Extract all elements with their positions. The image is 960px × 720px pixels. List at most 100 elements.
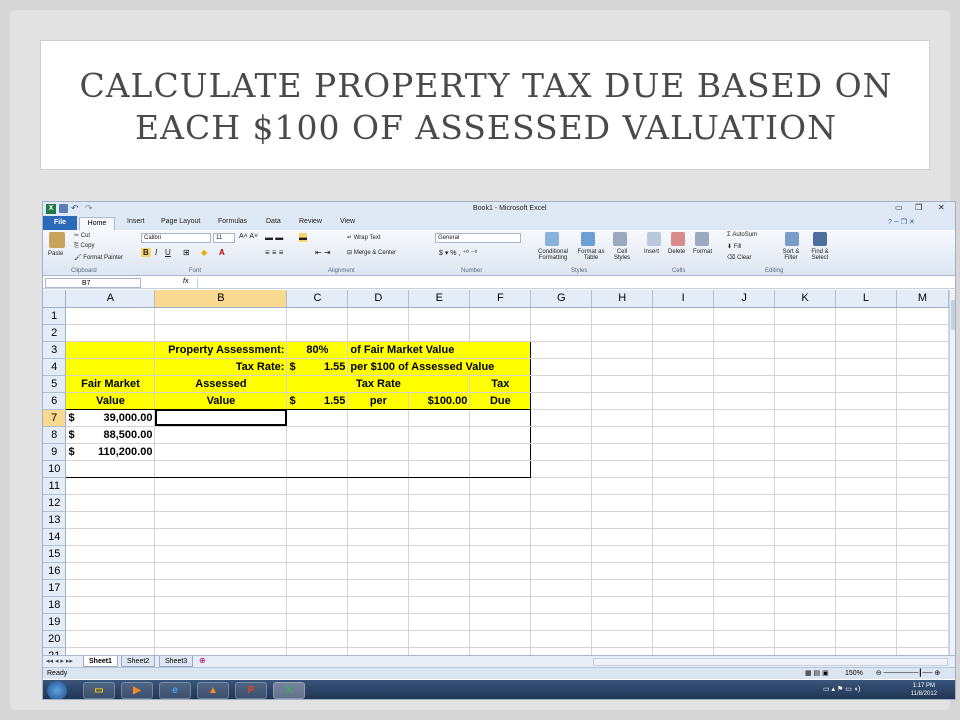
cell[interactable] xyxy=(591,460,654,478)
cell[interactable] xyxy=(896,358,950,376)
cell[interactable] xyxy=(896,477,950,495)
sheet-nav-icon[interactable]: ◂◂ ◂ ▸ ▸▸ xyxy=(46,657,73,665)
cell[interactable] xyxy=(835,460,897,478)
cell[interactable] xyxy=(408,545,471,563)
cell[interactable] xyxy=(713,426,776,444)
cell[interactable] xyxy=(774,613,837,631)
delete-cells-icon[interactable] xyxy=(671,232,685,246)
cell[interactable] xyxy=(896,375,950,393)
row-header-1[interactable]: 1 xyxy=(43,307,67,325)
cell[interactable] xyxy=(154,613,288,631)
cell[interactable] xyxy=(652,358,715,376)
cell[interactable] xyxy=(65,596,156,614)
cell[interactable] xyxy=(286,443,349,461)
row-header-11[interactable]: 11 xyxy=(43,477,67,495)
cell[interactable] xyxy=(65,477,156,495)
cell[interactable] xyxy=(652,307,715,325)
cell[interactable] xyxy=(154,545,288,563)
cell[interactable] xyxy=(286,545,349,563)
cell[interactable] xyxy=(154,579,288,597)
column-header-m[interactable]: M xyxy=(896,290,950,308)
cell[interactable] xyxy=(774,494,837,512)
cell[interactable] xyxy=(652,324,715,342)
cell[interactable] xyxy=(713,307,776,325)
cell[interactable] xyxy=(347,511,410,529)
wrap-text-button[interactable]: ↵ Wrap Text xyxy=(347,234,381,241)
cell-b7-active[interactable] xyxy=(154,409,288,427)
cell-styles-button[interactable]: Cell Styles xyxy=(608,249,636,261)
cell[interactable] xyxy=(652,392,715,410)
cell[interactable] xyxy=(469,630,532,648)
row-header-6[interactable]: 6 xyxy=(43,392,67,410)
cell[interactable] xyxy=(591,528,654,546)
cell-c3[interactable]: 80% xyxy=(286,340,349,359)
cell[interactable] xyxy=(530,443,593,461)
cell[interactable] xyxy=(713,579,776,597)
vertical-scrollbar[interactable] xyxy=(949,290,955,655)
cell[interactable] xyxy=(835,324,897,342)
cell[interactable] xyxy=(530,460,593,478)
cell[interactable] xyxy=(591,324,654,342)
cell[interactable] xyxy=(591,392,654,410)
cell[interactable] xyxy=(469,307,532,325)
cell[interactable] xyxy=(835,392,897,410)
cell[interactable] xyxy=(286,579,349,597)
cell[interactable] xyxy=(154,443,288,461)
cell[interactable] xyxy=(286,613,349,631)
scroll-thumb[interactable] xyxy=(951,300,955,330)
cell[interactable] xyxy=(774,375,837,393)
cell[interactable] xyxy=(408,477,471,495)
cell[interactable] xyxy=(65,579,156,597)
cell[interactable] xyxy=(154,324,288,342)
cell[interactable] xyxy=(652,426,715,444)
row-header-18[interactable]: 18 xyxy=(43,596,67,614)
cell[interactable] xyxy=(896,307,950,325)
cell[interactable] xyxy=(469,443,532,461)
worksheet-grid[interactable]: A B C D E F G H I J K L M 1 2 3 Property… xyxy=(43,290,950,665)
cell[interactable] xyxy=(774,392,837,410)
cell[interactable] xyxy=(835,409,897,427)
cell[interactable] xyxy=(713,545,776,563)
cell-b3[interactable]: Property Assessment: xyxy=(154,340,288,359)
cell[interactable] xyxy=(652,341,715,359)
start-button-icon[interactable] xyxy=(47,681,67,699)
insert-button[interactable]: Insert xyxy=(644,249,659,255)
cell[interactable] xyxy=(408,579,471,597)
cell[interactable] xyxy=(591,443,654,461)
cell[interactable] xyxy=(286,494,349,512)
cell[interactable] xyxy=(347,579,410,597)
cell-c5[interactable]: Tax Rate xyxy=(286,374,471,393)
view-buttons-icon[interactable]: ▦ ▤ ▣ xyxy=(805,668,829,680)
cell[interactable] xyxy=(530,477,593,495)
horizontal-scrollbar[interactable] xyxy=(593,658,948,666)
row-header-13[interactable]: 13 xyxy=(43,511,67,529)
tab-file[interactable]: File xyxy=(43,216,77,230)
cell[interactable] xyxy=(530,358,593,376)
cell[interactable] xyxy=(286,409,349,427)
powerpoint-icon[interactable]: P xyxy=(235,682,267,699)
cell[interactable] xyxy=(896,562,950,580)
cell[interactable] xyxy=(713,528,776,546)
cell[interactable] xyxy=(835,613,897,631)
cell[interactable] xyxy=(591,341,654,359)
sheet-tab-sheet1[interactable]: Sheet1 xyxy=(83,656,118,667)
cell-b6[interactable]: Value xyxy=(154,392,288,410)
cell[interactable] xyxy=(591,596,654,614)
cell[interactable] xyxy=(286,511,349,529)
column-header-g[interactable]: G xyxy=(530,290,593,308)
cell[interactable] xyxy=(65,613,156,631)
cell[interactable] xyxy=(154,494,288,512)
cell[interactable] xyxy=(469,579,532,597)
cell-a7[interactable]: $39,000.00 xyxy=(65,409,156,427)
column-header-i[interactable]: I xyxy=(652,290,715,308)
cell[interactable] xyxy=(530,613,593,631)
cell[interactable] xyxy=(652,443,715,461)
cell[interactable] xyxy=(713,358,776,376)
copy-button[interactable]: ⎘ Copy xyxy=(74,243,94,250)
cell[interactable] xyxy=(408,613,471,631)
row-header-8[interactable]: 8 xyxy=(43,426,67,444)
row-header-4[interactable]: 4 xyxy=(43,358,67,376)
cell[interactable] xyxy=(713,494,776,512)
column-header-d[interactable]: D xyxy=(347,290,410,308)
cell[interactable] xyxy=(896,324,950,342)
